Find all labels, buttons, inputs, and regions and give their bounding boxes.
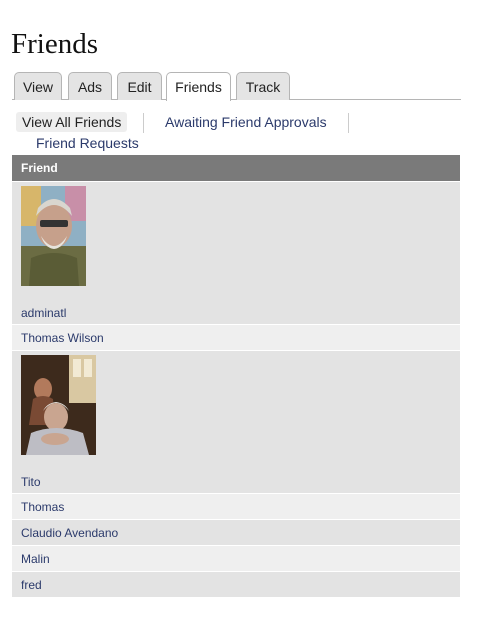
primary-tabs: View Ads Edit Friends Track — [12, 72, 461, 101]
friend-link[interactable]: Tito — [21, 475, 41, 489]
friend-link[interactable]: Thomas Wilson — [21, 331, 104, 345]
subtab-friend-requests[interactable]: Friend Requests — [36, 133, 139, 153]
friend-link[interactable]: adminatl — [21, 306, 66, 320]
friend-link[interactable]: Thomas — [21, 500, 64, 514]
table-row: Malin — [12, 545, 460, 571]
table-header-friend: Friend — [12, 155, 460, 181]
table-row: Thomas — [12, 493, 460, 519]
friend-link[interactable]: fred — [21, 578, 42, 592]
secondary-tabs: View All Friends Awaiting Friend Approva… — [16, 112, 460, 152]
subtab-divider — [143, 113, 144, 133]
subtab-view-all-friends[interactable]: View All Friends — [16, 112, 128, 132]
table-row: Thomas Wilson — [12, 324, 460, 350]
tab-ads[interactable]: Ads — [68, 72, 112, 100]
tab-track[interactable]: Track — [236, 72, 290, 100]
tab-view[interactable]: View — [14, 72, 62, 100]
friend-name: Tito — [21, 475, 41, 489]
subtab-awaiting-approvals[interactable]: Awaiting Friend Approvals — [165, 112, 327, 132]
table-row: fred — [12, 571, 460, 597]
friend-link[interactable]: Malin — [21, 552, 50, 566]
friend-avatar-photo[interactable] — [21, 355, 96, 455]
table-row: adminatl — [12, 181, 460, 324]
tab-friends[interactable]: Friends — [166, 72, 231, 101]
table-row: Claudio Avendano — [12, 519, 460, 545]
friend-link[interactable]: Claudio Avendano — [21, 526, 118, 540]
tab-edit[interactable]: Edit — [117, 72, 162, 100]
friend-avatar-photo[interactable] — [21, 186, 86, 286]
page-title: Friends — [11, 28, 98, 60]
table-row: Tito — [12, 350, 460, 493]
friend-name: adminatl — [21, 306, 66, 320]
friends-table: Friend adminatl Thomas Wilson Tito Thoma… — [12, 155, 460, 597]
subtab-divider — [348, 113, 349, 133]
